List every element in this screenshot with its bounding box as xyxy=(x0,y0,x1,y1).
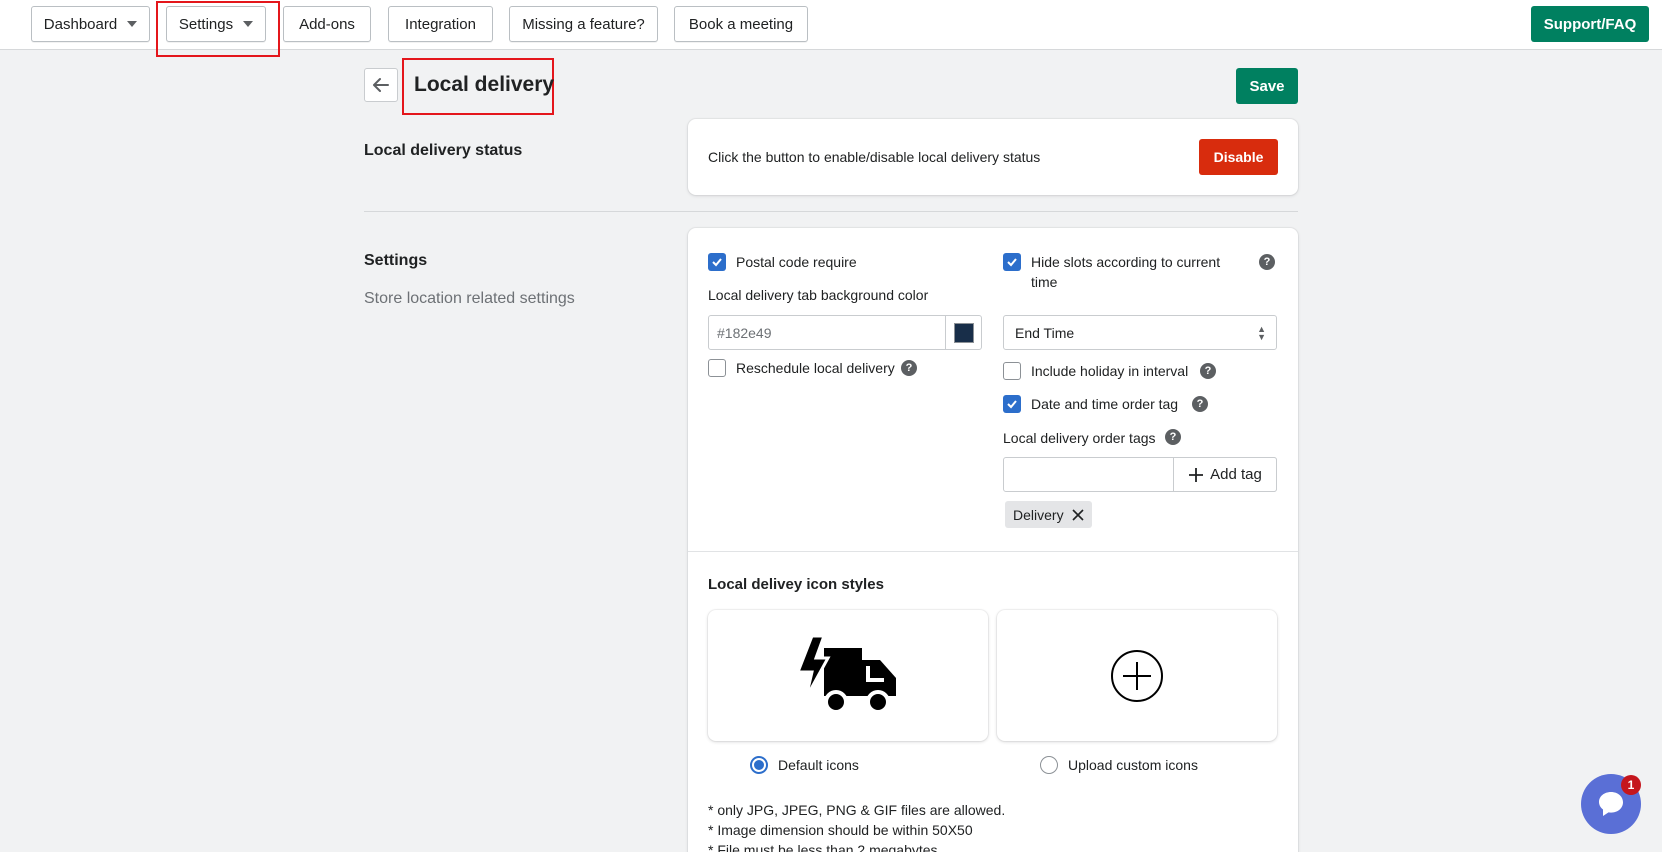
color-swatch xyxy=(953,322,974,343)
upload-icons-label: Upload custom icons xyxy=(1068,757,1198,773)
bg-color-value: #182e49 xyxy=(717,325,772,341)
save-label: Save xyxy=(1249,77,1285,95)
checkmark-icon xyxy=(1007,400,1017,409)
addons-label: Add-ons xyxy=(299,15,355,33)
top-nav: Dashboard Settings Add-ons Integration M… xyxy=(0,0,1662,50)
integration-label: Integration xyxy=(405,15,476,33)
reschedule-checkbox[interactable] xyxy=(708,359,726,377)
slot-time-select[interactable]: End Time ▲ ▼ xyxy=(1003,315,1277,350)
checkmark-icon xyxy=(1007,258,1017,267)
save-button[interactable]: Save xyxy=(1236,68,1298,104)
dimension-note: * Image dimension should be within 50X50 xyxy=(708,822,973,838)
help-icon[interactable]: ? xyxy=(1200,363,1216,379)
order-tags-label: Local delivery order tags xyxy=(1003,430,1156,446)
settings-section-title: Settings xyxy=(364,252,428,269)
postal-code-checkbox[interactable] xyxy=(708,253,726,271)
disable-label: Disable xyxy=(1213,149,1264,165)
select-arrows-icon: ▲ ▼ xyxy=(1257,324,1266,342)
checkmark-icon xyxy=(712,258,722,267)
file-size-note: * File must be less than 2 megabytes xyxy=(708,842,938,852)
tag-chip-label: Delivery xyxy=(1013,506,1064,523)
add-tag-button[interactable]: Add tag xyxy=(1173,457,1277,492)
date-time-tag-checkbox[interactable] xyxy=(1003,395,1021,413)
chat-bubble-icon xyxy=(1599,792,1623,816)
help-icon[interactable]: ? xyxy=(901,360,917,376)
include-holiday-label: Include holiday in interval xyxy=(1031,363,1189,379)
close-icon[interactable] xyxy=(1072,508,1084,521)
page-title: Local delivery xyxy=(414,73,555,96)
integration-button[interactable]: Integration xyxy=(388,6,493,42)
add-tag-label: Add tag xyxy=(1210,466,1262,483)
upload-icon-tile[interactable] xyxy=(997,610,1277,741)
hide-slots-checkbox[interactable] xyxy=(1003,253,1021,271)
delivery-truck-icon xyxy=(796,635,896,714)
dashboard-menu-button[interactable]: Dashboard xyxy=(31,6,150,42)
caret-down-icon xyxy=(127,21,138,27)
help-icon[interactable]: ? xyxy=(1259,254,1275,270)
upload-icons-radio[interactable] xyxy=(1040,756,1058,774)
addons-button[interactable]: Add-ons xyxy=(283,6,371,42)
support-faq-button[interactable]: Support/FAQ xyxy=(1531,6,1649,42)
chat-notification-badge: 1 xyxy=(1621,775,1641,795)
color-picker-button[interactable] xyxy=(945,316,981,349)
missing-feature-label: Missing a feature? xyxy=(522,15,645,33)
file-type-note: * only JPG, JPEG, PNG & GIF files are al… xyxy=(708,802,1006,818)
book-meeting-label: Book a meeting xyxy=(688,15,794,33)
settings-section-subtitle: Store location related settings xyxy=(364,290,575,307)
date-time-tag-label: Date and time order tag xyxy=(1031,396,1179,412)
status-description: Click the button to enable/disable local… xyxy=(708,149,1041,165)
dashboard-label: Dashboard xyxy=(43,15,118,33)
tag-chip: Delivery xyxy=(1005,501,1092,528)
bg-color-label: Local delivery tab background color xyxy=(708,287,929,303)
default-icons-radio[interactable] xyxy=(750,756,768,774)
bg-color-input[interactable]: #182e49 xyxy=(708,315,982,350)
arrow-left-icon xyxy=(373,78,389,92)
support-faq-label: Support/FAQ xyxy=(1543,15,1637,33)
postal-code-label: Postal code require xyxy=(736,254,857,270)
status-section-title: Local delivery status xyxy=(364,142,523,159)
default-icons-label: Default icons xyxy=(778,757,859,773)
plus-icon xyxy=(1189,467,1204,482)
card-divider xyxy=(688,551,1298,552)
icon-styles-title: Local delivey icon styles xyxy=(708,576,884,593)
reschedule-label: Reschedule local delivery xyxy=(736,360,895,376)
caret-down-icon xyxy=(243,21,254,27)
hide-slots-label: Hide slots according to current time xyxy=(1031,254,1221,290)
settings-menu-button[interactable]: Settings xyxy=(166,6,266,42)
slot-time-value: End Time xyxy=(1015,325,1075,341)
disable-button[interactable]: Disable xyxy=(1199,139,1278,175)
back-button[interactable] xyxy=(364,68,398,102)
include-holiday-checkbox[interactable] xyxy=(1003,362,1021,380)
default-icon-tile[interactable] xyxy=(708,610,988,741)
missing-feature-button[interactable]: Missing a feature? xyxy=(509,6,658,42)
book-meeting-button[interactable]: Book a meeting xyxy=(674,6,808,42)
add-circle-icon xyxy=(1111,649,1163,702)
settings-label: Settings xyxy=(178,15,234,33)
help-icon[interactable]: ? xyxy=(1165,429,1181,445)
help-icon[interactable]: ? xyxy=(1192,396,1208,412)
section-divider xyxy=(364,211,1298,212)
